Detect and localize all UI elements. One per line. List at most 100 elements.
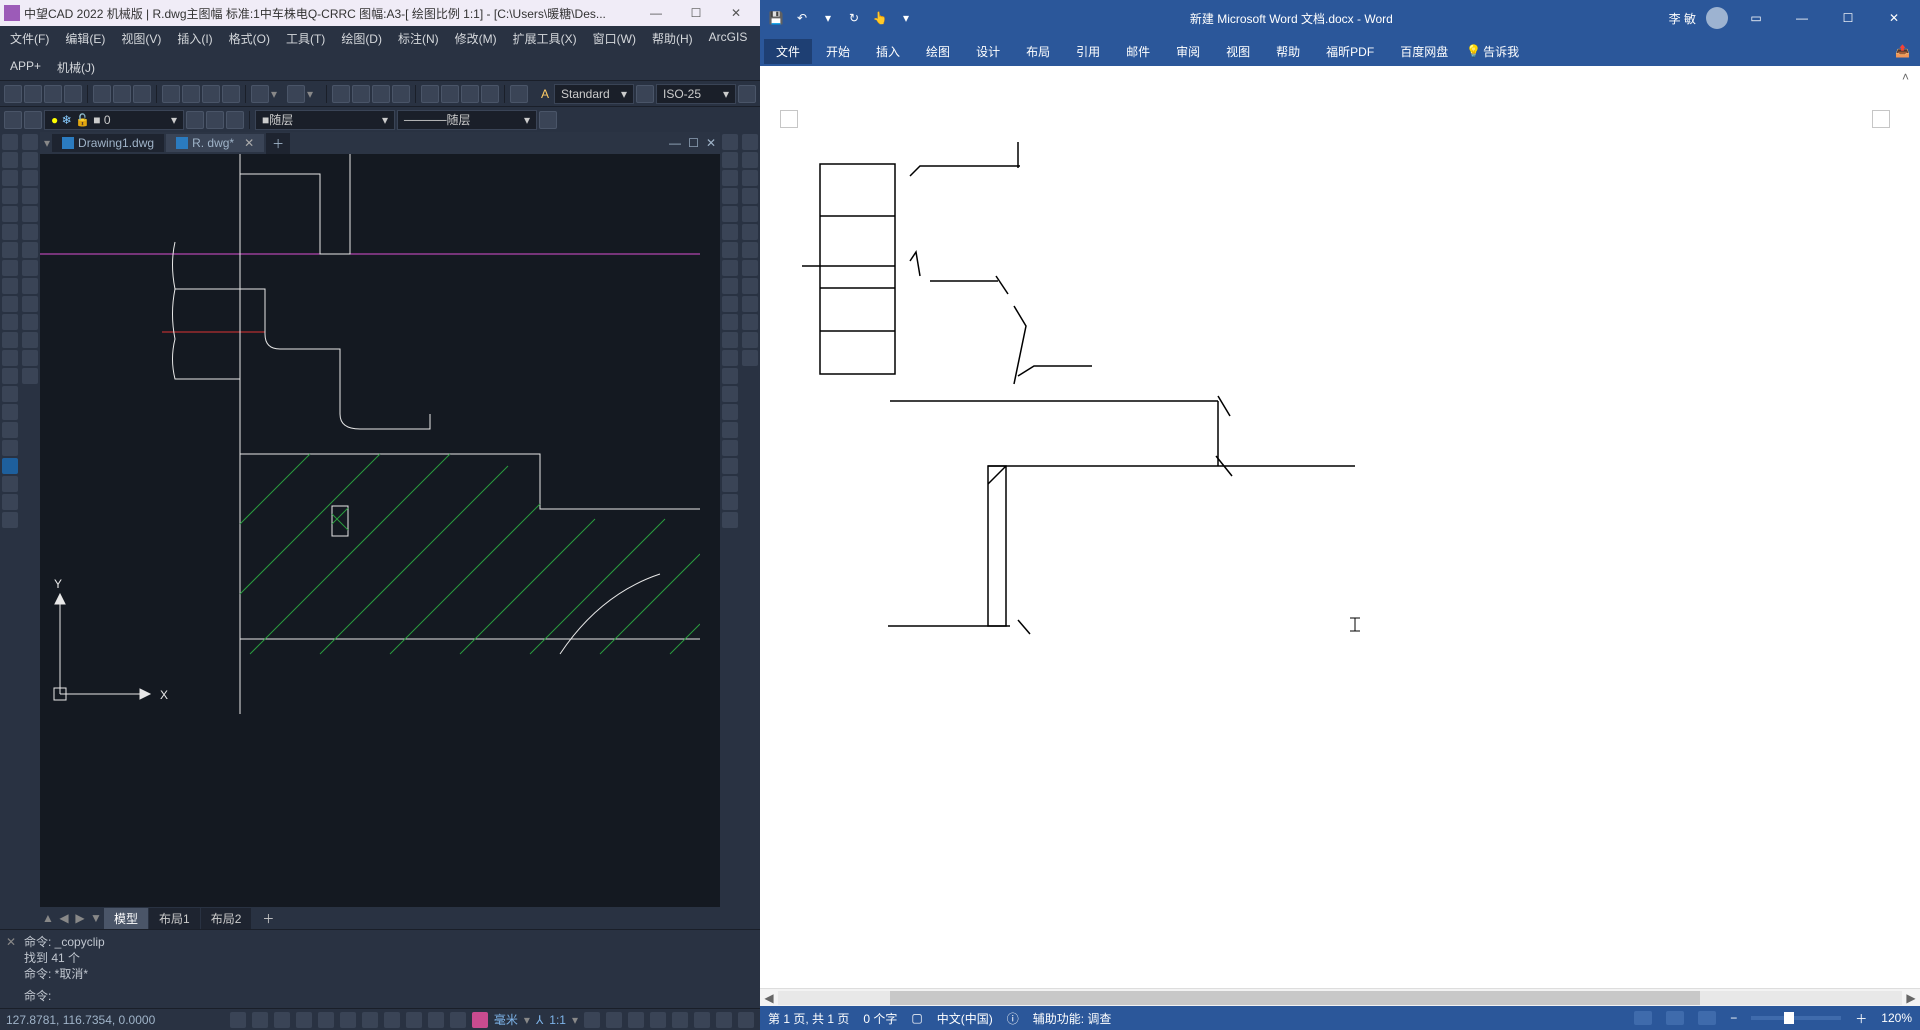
layout-nav-first-icon[interactable]: ▲ [40,911,56,925]
new-icon[interactable] [4,85,22,103]
cad-close-button[interactable]: ✕ [716,2,756,24]
qat-more-icon[interactable]: ▾ [898,10,914,26]
insert-icon[interactable] [2,314,18,330]
ribbon-tab-references[interactable]: 引用 [1064,39,1112,64]
rb10-icon[interactable] [742,296,758,312]
file-tab-drawing1[interactable]: Drawing1.dwg [52,134,164,152]
layout-tab-model[interactable]: 模型 [104,908,148,929]
mod9-icon[interactable] [22,278,38,294]
hscroll-thumb[interactable] [890,991,1699,1005]
dim-style-combo[interactable]: ISO-25▾ [656,84,736,104]
pan-icon[interactable] [332,85,350,103]
layer-a-icon[interactable] [186,111,204,129]
r15-icon[interactable] [722,386,738,402]
scale-person-icon[interactable]: ⅄ [536,1013,543,1027]
donut-icon[interactable] [2,494,18,510]
ribbon-tab-design[interactable]: 设计 [964,39,1012,64]
menu-help[interactable]: 帮助(H) [648,28,697,49]
menu-app[interactable]: APP+ [6,57,45,78]
undo-icon[interactable] [251,85,269,103]
view-min-icon[interactable]: — [669,136,681,150]
circle-icon[interactable] [2,242,18,258]
menu-express[interactable]: 扩展工具(X) [509,28,581,49]
ribbon-tab-layout[interactable]: 布局 [1014,39,1062,64]
r11-icon[interactable] [722,314,738,330]
touch-icon[interactable]: 👆 [872,10,888,26]
zoom-in-button[interactable]: ＋ [1855,1010,1867,1027]
layout-nav-next-icon[interactable]: ▶ [72,911,88,925]
menu-mech[interactable]: 机械(J) [53,57,99,78]
rb1-icon[interactable] [742,134,758,150]
region-icon[interactable] [2,404,18,420]
layer-b-icon[interactable] [206,111,224,129]
table-icon[interactable] [2,422,18,438]
mod6-icon[interactable] [22,224,38,240]
trace-icon[interactable] [2,476,18,492]
st2-icon[interactable] [606,1012,622,1028]
snap-icon[interactable] [230,1012,246,1028]
ortho-icon[interactable] [274,1012,290,1028]
status-words[interactable]: 0 个字 [863,1010,897,1027]
zoom-icon[interactable] [352,85,370,103]
grid1-icon[interactable] [421,85,439,103]
user-avatar-icon[interactable] [1706,7,1728,29]
st6-icon[interactable] [694,1012,710,1028]
r17-icon[interactable] [722,422,738,438]
layout-tab-1[interactable]: 布局1 [149,908,200,929]
ribbon-tab-draw[interactable]: 绘图 [914,39,962,64]
rb12-icon[interactable] [742,332,758,348]
ribbon-options-icon[interactable]: ▭ [1738,4,1774,32]
status-lang[interactable]: 中文(中国) [937,1010,993,1027]
r3-icon[interactable] [722,170,738,186]
ellipsearc-icon[interactable] [2,296,18,312]
grid3-icon[interactable] [461,85,479,103]
st7-icon[interactable] [716,1012,732,1028]
status-acc-icon[interactable]: ⓘ [1007,1010,1019,1027]
text-style-combo[interactable]: Standard▾ [554,84,634,104]
otrack-icon[interactable] [340,1012,356,1028]
publish-icon[interactable] [133,85,151,103]
r19-icon[interactable] [722,458,738,474]
st3-icon[interactable] [628,1012,644,1028]
zoom-value[interactable]: 120% [1881,1011,1912,1025]
r18-icon[interactable] [722,440,738,456]
tab-close-icon[interactable]: ✕ [244,136,254,150]
word-minimize-button[interactable]: — [1784,4,1820,32]
grid2-icon[interactable] [441,85,459,103]
rb3-icon[interactable] [742,170,758,186]
cut-icon[interactable] [162,85,180,103]
mod1-icon[interactable] [22,134,38,150]
ribbon-tab-view[interactable]: 视图 [1214,39,1262,64]
r20-icon[interactable] [722,476,738,492]
color-combo[interactable]: ■ 随层▾ [255,110,395,130]
ribbon-tab-baidu[interactable]: 百度网盘 [1388,39,1460,64]
annoscale-icon[interactable] [472,1012,488,1028]
grid4-icon[interactable] [481,85,499,103]
menu-file[interactable]: 文件(F) [6,28,53,49]
menu-format[interactable]: 格式(O) [225,28,274,49]
cad-command-window[interactable]: ✕命令: _copyclip 找到 41 个 命令: *取消* 命令: [0,929,760,1008]
rb13-icon[interactable] [742,350,758,366]
status-accessibility[interactable]: 辅助功能: 调查 [1033,1010,1112,1027]
rect-icon[interactable] [2,206,18,222]
r10-icon[interactable] [722,296,738,312]
block-icon[interactable] [2,332,18,348]
r4-icon[interactable] [722,188,738,204]
layout-add-button[interactable]: ＋ [252,908,284,929]
ribbon-tab-help[interactable]: 帮助 [1264,39,1312,64]
layout-nav-last-icon[interactable]: ▼ [88,911,104,925]
hatch-icon[interactable] [2,368,18,384]
tell-me-input[interactable]: 告诉我 [1483,43,1519,60]
active-tool-icon[interactable] [2,458,18,474]
zoom-out-button[interactable]: − [1730,1011,1737,1025]
r16-icon[interactable] [722,404,738,420]
ribbon-tab-mailings[interactable]: 邮件 [1114,39,1162,64]
cmd-input[interactable] [63,988,754,1004]
cad-canvas[interactable]: X Y [40,154,720,907]
mod5-icon[interactable] [22,206,38,222]
zoom-knob[interactable] [1784,1012,1794,1024]
model-icon[interactable] [406,1012,422,1028]
menu-view[interactable]: 视图(V) [117,28,165,49]
save-icon[interactable] [44,85,62,103]
r22-icon[interactable] [722,512,738,528]
